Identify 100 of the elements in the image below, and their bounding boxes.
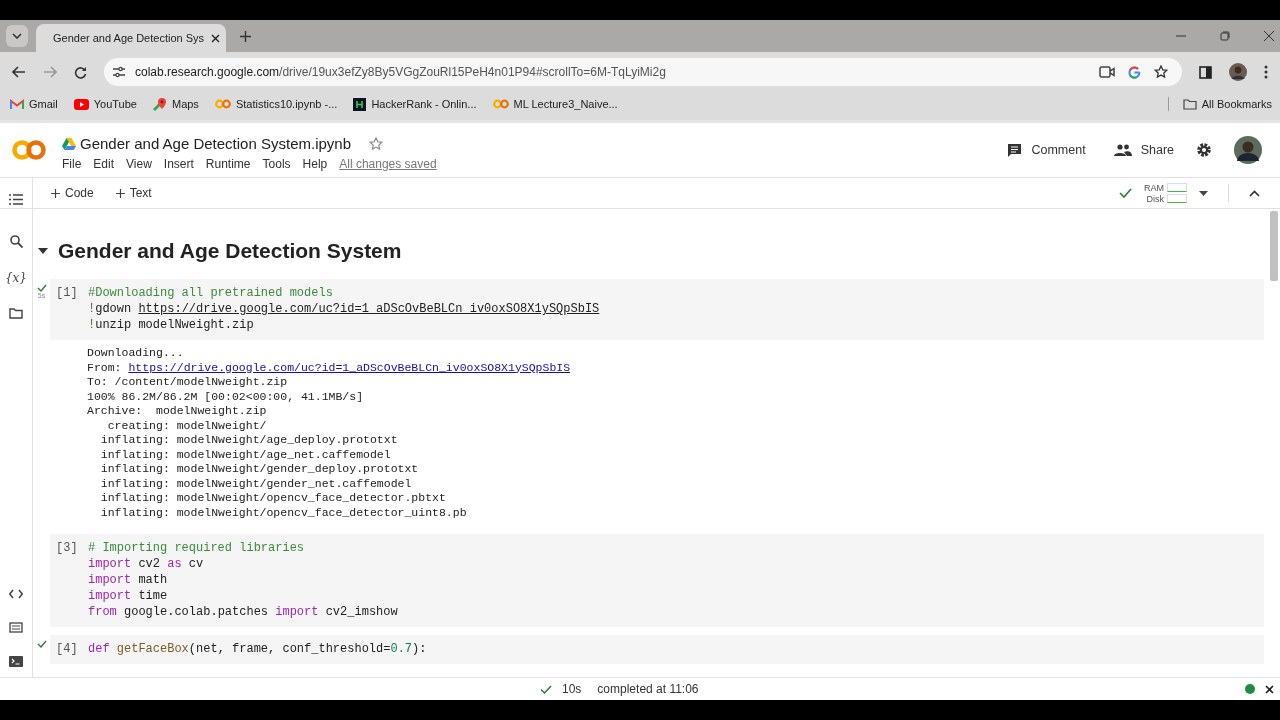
bookmark[interactable]: ML Lecture3_Naive... (492, 98, 618, 110)
comment-icon (1007, 142, 1023, 158)
status-dot-icon (1245, 684, 1255, 694)
menu-item[interactable]: Tools (262, 157, 291, 171)
collapse-caret-icon[interactable] (38, 248, 48, 254)
snippets-icon[interactable] (9, 622, 23, 633)
more-icon[interactable] (1264, 65, 1268, 79)
code-text: import (88, 573, 132, 587)
code-text: ): (412, 642, 427, 656)
output-text: inflating: modelNweight/opencv_face_detector_uint8.pb (99, 505, 467, 519)
close-icon[interactable] (1265, 684, 1274, 694)
reload-icon[interactable] (74, 65, 87, 79)
output-link[interactable]: https://drive.google.com/uc?id=1_aDScOvBeBLCn_iv0oxSO8X1ySQpSbIS (128, 360, 571, 374)
all-bookmarks-button[interactable]: All Bookmarks (1182, 98, 1272, 110)
output-text: creating: modelNweight/ (106, 418, 267, 432)
side-panel-icon[interactable] (1199, 65, 1212, 79)
execution-count: [1] (56, 285, 79, 302)
plus-icon (115, 188, 125, 198)
code-text: cv (187, 557, 204, 571)
code-text: getFaceBox (115, 642, 189, 656)
hackerrank-logo-icon (353, 97, 367, 111)
close-icon[interactable] (211, 33, 221, 43)
caret-icon (12, 33, 22, 39)
avatar-icon[interactable] (1234, 136, 1262, 164)
code-text: def (88, 642, 110, 656)
colab-logo-icon (492, 99, 509, 109)
browser-tab[interactable]: Gender and Age Detection Sys (36, 24, 226, 52)
variables-button[interactable]: {x} (4, 271, 27, 285)
settings-icon[interactable] (1196, 142, 1212, 158)
code-cell[interactable]: [1] #Downloading all pretrained models !gdown https://drive.google.com/uc?id=1_aDScOvBeBLCn_iv0oxSO8X1ySQpSbIS !unzip modelNweight.zip (50, 279, 1264, 340)
drive-icon[interactable] (62, 137, 76, 150)
code-icon[interactable] (9, 589, 23, 599)
notebook-title[interactable]: Gender and Age Detection System.ipynb (80, 135, 351, 152)
menu-item[interactable]: Runtime (205, 157, 251, 171)
mail-icon (10, 98, 24, 110)
code-text: #Downloading all pretrained models (88, 286, 333, 300)
output-text: inflating: modelNweight/age_deploy.prototxt (99, 433, 398, 446)
menu-item[interactable]: File (62, 157, 82, 171)
code-text: time (137, 589, 168, 603)
google-icon[interactable] (1128, 65, 1141, 79)
code-link[interactable]: https://drive.google.com/uc?id=1_aDScOvBeBLCn_iv0oxSO8X1ySQpSbIS (138, 302, 600, 316)
scrollbar[interactable] (1270, 211, 1278, 281)
dropdown-caret-icon[interactable] (1199, 190, 1208, 196)
code-text: cv2 (137, 557, 162, 571)
execution-count: [3] (56, 540, 79, 557)
camera-icon[interactable] (1099, 66, 1115, 78)
code-cell[interactable]: [4] def getFaceBox(net, frame, conf_threshold=0.7): (50, 635, 1264, 664)
section-heading: Gender and Age Detection System (58, 239, 402, 263)
collapse-icon[interactable] (1249, 189, 1260, 197)
bookmark[interactable]: HackerRank - Onlin... (353, 97, 477, 111)
code-text: import (88, 589, 132, 603)
disk-label: Disk (1146, 193, 1164, 204)
tab-title: Gender and Age Detection Sys (53, 32, 205, 44)
save-status-link[interactable]: All changes saved (339, 157, 437, 171)
play-icon (73, 98, 89, 110)
menu-item[interactable]: Help (302, 157, 328, 171)
back-icon[interactable] (12, 66, 26, 78)
star-icon[interactable] (369, 136, 383, 151)
star-icon[interactable] (1154, 65, 1168, 79)
code-text: unzip modelNweight.zip (95, 318, 254, 332)
bookmark[interactable]: Statistics10.ipynb -... (214, 98, 338, 110)
avatar-icon[interactable] (1229, 63, 1247, 81)
search-icon[interactable] (9, 235, 23, 248)
code-text: ! (88, 318, 96, 332)
colab-logo-icon[interactable] (12, 139, 46, 161)
code-text: (net, frame, conf_threshold= (188, 642, 391, 656)
url-text: colab.research.google.com/drive/19ux3efZy8By5VGgZouRl15PeH4n01P94#scrollTo=6M-TqLyiMi2g (135, 65, 666, 79)
output-text: To: /content/modelNweight.zip (87, 375, 288, 388)
code-cell[interactable]: [3] # Importing required libraries import cv2 as cv import math import time from google.colab.patches import cv2_imshow (50, 534, 1264, 627)
comment-button[interactable]: Comment (1001, 138, 1092, 162)
output-text: 100% 86.2M/86.2M [00:02<00:00, 41.1MB/s] (87, 389, 364, 403)
plus-icon (51, 188, 60, 198)
code-text: cv2_imshow (324, 605, 398, 619)
run-duration: 10s (562, 682, 582, 696)
add-code-button[interactable]: Code (47, 182, 98, 204)
restore-icon[interactable] (1220, 31, 1230, 41)
execution-count: [4] (56, 641, 79, 657)
site-settings-icon[interactable] (112, 66, 126, 78)
folder-icon (1182, 98, 1197, 110)
output-text: inflating: modelNweight/age_net.caffemodel (99, 447, 391, 461)
share-button[interactable]: Share (1107, 139, 1180, 161)
folder-icon[interactable] (9, 308, 23, 319)
code-text: import (275, 605, 319, 619)
menu-item[interactable]: Insert (163, 157, 194, 171)
tab-list-button[interactable] (6, 25, 28, 47)
code-text: from (88, 605, 117, 619)
output-text: inflating: modelNweight/opencv_face_detector.pbtxt (99, 491, 446, 504)
menu-item[interactable]: View (126, 157, 152, 171)
ram-meter (1167, 183, 1187, 192)
terminal-icon[interactable] (9, 656, 23, 667)
menu-item[interactable]: Edit (93, 157, 115, 171)
bookmark[interactable]: Gmail (10, 98, 58, 110)
address-bar[interactable]: colab.research.google.com/drive/19ux3efZy8By5VGgZouRl15PeH4n01P94#scrollTo=6M-TqLyiMi2g (104, 58, 1182, 86)
table-of-contents-icon[interactable] (9, 194, 23, 205)
bookmark[interactable]: Maps (152, 97, 199, 111)
add-text-button[interactable]: Text (111, 182, 156, 204)
status-message: completed at 11:06 (597, 682, 699, 696)
bookmark[interactable]: YouTube (73, 98, 137, 110)
new-tab-icon[interactable] (240, 30, 251, 42)
output-text: From: (87, 360, 123, 374)
